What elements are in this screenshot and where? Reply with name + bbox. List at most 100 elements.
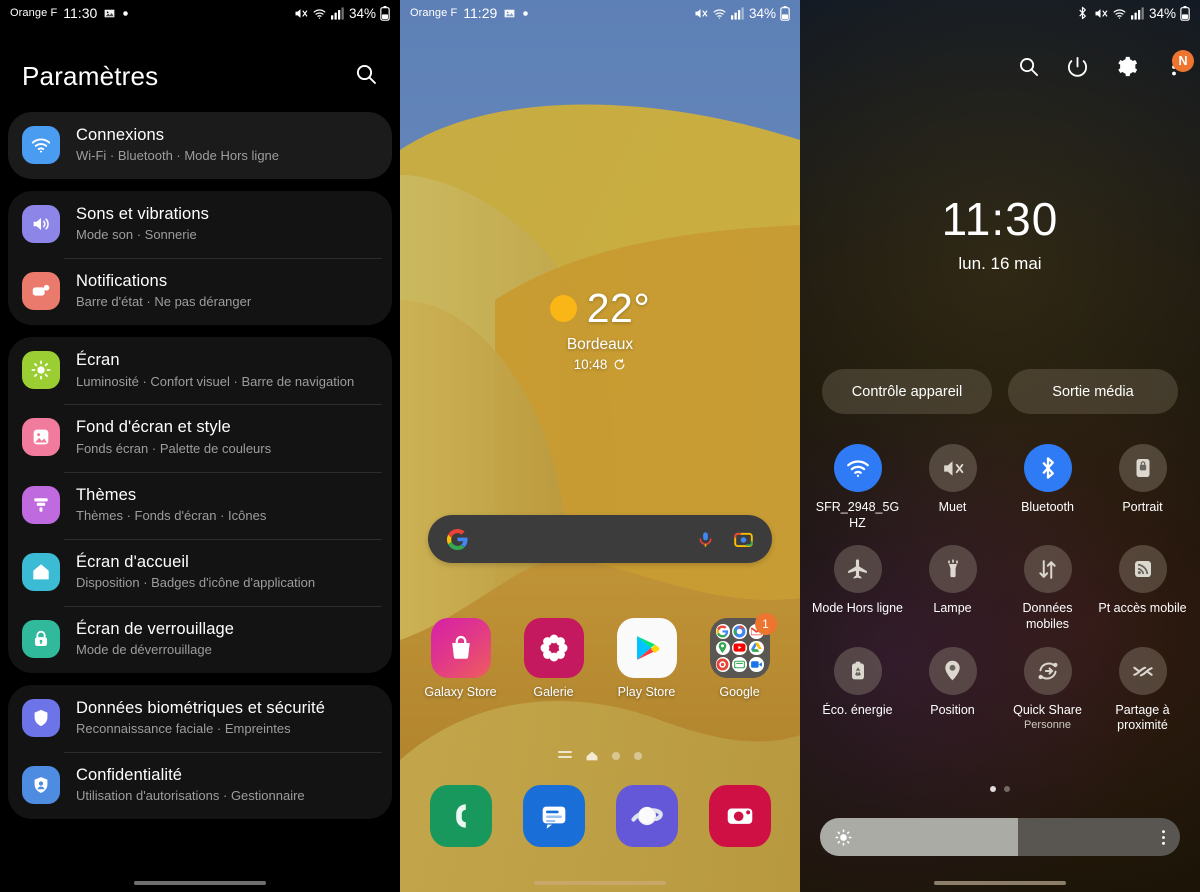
tile-portrait[interactable]: Portrait (1095, 444, 1190, 531)
gesture-bar[interactable] (134, 881, 266, 885)
tile-label: Quick Share (1013, 702, 1082, 717)
refresh-icon[interactable] (613, 358, 626, 371)
more-icon[interactable]: N (1164, 49, 1194, 78)
settings-group: Écran Luminosité · Confort visuel · Barr… (8, 337, 392, 673)
page-dot[interactable] (1004, 786, 1010, 792)
tile-nearby-share[interactable]: Partage à proximité (1095, 646, 1190, 734)
gallery-status-icon (503, 7, 516, 20)
airplane-icon (833, 545, 882, 594)
settings-item-fond-ecran[interactable]: Fond d'écran et style Fonds écran · Pale… (8, 404, 392, 471)
settings-item-subtitle: Luminosité · Confort visuel · Barre de n… (76, 373, 355, 389)
dock-icon-camera[interactable] (698, 785, 782, 847)
tile-airplane-mode[interactable]: Mode Hors ligne (810, 545, 905, 632)
tile-label: Lampe (933, 601, 972, 616)
page-title: Paramètres (22, 60, 159, 91)
quick-settings-pills: Contrôle appareil Sortie média (822, 369, 1178, 414)
page-indicator[interactable] (400, 750, 800, 761)
gesture-bar[interactable] (934, 881, 1066, 885)
settings-item-subtitle: Thèmes · Fonds d'écran · Icônes (76, 507, 267, 523)
settings-item-subtitle: Mode son · Sonnerie (76, 227, 197, 243)
app-folder-google[interactable]: 1 Google (698, 613, 782, 699)
tile-wifi[interactable]: SFR_2948_5G HZ (810, 444, 905, 531)
notification-icon (22, 272, 60, 311)
wifi-status-icon (712, 6, 727, 21)
settings-item-title: Notifications (76, 272, 168, 291)
settings-item-biometrie[interactable]: Données biométriques et sécurité Reconna… (8, 685, 392, 752)
page-dot[interactable] (612, 751, 620, 760)
wifi-icon (22, 126, 60, 165)
app-icon-galerie[interactable]: Galerie (512, 618, 596, 699)
settings-item-ecran[interactable]: Écran Luminosité · Confort visuel · Barr… (8, 337, 392, 404)
tile-label: Bluetooth (1021, 500, 1074, 514)
google-lens-icon[interactable] (733, 529, 754, 550)
sound-icon (22, 205, 60, 244)
app-grid: Galaxy Store Galerie Play Store 1 Google (400, 613, 800, 699)
battery-label: 34% (1148, 5, 1176, 21)
signal-status-icon (730, 6, 745, 20)
settings-item-ecran-verrouillage[interactable]: Écran de verrouillage Mode de déverrouil… (8, 605, 392, 673)
mobile-data-icon (1023, 545, 1072, 594)
settings-item-title: Données biométriques et sécurité (76, 698, 325, 717)
dock-icon-messages[interactable] (512, 785, 596, 847)
dock-icon-internet[interactable] (605, 785, 689, 847)
status-time: 11:30 (63, 5, 98, 21)
tile-flashlight[interactable]: Lampe (905, 545, 1000, 632)
wifi-status-icon (1112, 6, 1127, 21)
mute-status-icon (1093, 6, 1108, 21)
brightness-icon (834, 828, 853, 847)
tile-mobile-data[interactable]: Données mobiles (1000, 545, 1095, 632)
search-icon[interactable] (354, 62, 378, 91)
tile-quick-share[interactable]: Quick Share Personne (1000, 646, 1095, 734)
page-dot-active[interactable] (990, 786, 996, 792)
tile-hotspot[interactable]: Pt accès mobile (1095, 545, 1190, 632)
media-output-button[interactable]: Sortie média (1008, 369, 1178, 414)
settings-list[interactable]: Connexions Wi-Fi · Bluetooth · Mode Hors… (8, 112, 392, 892)
home-screen: Orange F 11:29 34% 22° Bordeaux 10:48 Ga… (400, 0, 800, 892)
settings-item-ecran-accueil[interactable]: Écran d'accueil Disposition · Badges d'i… (8, 538, 392, 606)
device-control-button[interactable]: Contrôle appareil (822, 369, 992, 414)
tile-power-saving[interactable]: Éco. énergie (810, 646, 905, 734)
flashlight-icon (928, 545, 977, 594)
search-icon[interactable] (1017, 55, 1040, 78)
app-label: Galaxy Store (424, 685, 497, 699)
clock-time: 11:30 (941, 193, 1059, 245)
settings-item-title: Thèmes (76, 485, 137, 504)
clock-date: lun. 16 mai (958, 254, 1042, 273)
app-icon-galaxy-store[interactable]: Galaxy Store (419, 618, 503, 699)
settings-item-notifications[interactable]: Notifications Barre d'état · Ne pas déra… (8, 258, 392, 325)
gear-icon[interactable] (1115, 55, 1138, 78)
page-dot[interactable] (634, 751, 642, 760)
carrier-label: Orange F (410, 7, 458, 19)
tile-label: Pt accès mobile (1098, 601, 1187, 616)
power-icon[interactable] (1066, 55, 1089, 78)
settings-header: Paramètres (0, 46, 400, 106)
gesture-bar[interactable] (534, 881, 666, 885)
quick-settings-page-dots[interactable] (800, 786, 1200, 792)
settings-item-title: Sons et vibrations (76, 205, 209, 224)
weather-widget[interactable]: 22° Bordeaux 10:48 (400, 288, 800, 372)
app-drawer-icon[interactable] (558, 750, 572, 761)
settings-item-themes[interactable]: Thèmes Thèmes · Fonds d'écran · Icônes (8, 471, 392, 539)
settings-item-confidentialite[interactable]: Confidentialité Utilisation d'autorisati… (8, 751, 392, 819)
google-logo-icon (446, 528, 469, 551)
more-vertical-icon[interactable] (1161, 828, 1166, 847)
tile-bluetooth[interactable]: Bluetooth (1000, 444, 1095, 531)
tile-label: Mode Hors ligne (811, 601, 903, 616)
settings-item-subtitle: Mode de déverrouillage (76, 642, 212, 658)
google-search-bar[interactable] (428, 515, 772, 563)
tile-mute[interactable]: Muet (905, 444, 1000, 531)
weather-updated-time: 10:48 (573, 357, 608, 372)
brightness-slider[interactable] (820, 818, 1180, 856)
tile-location[interactable]: Position (905, 646, 1000, 734)
quick-settings-tiles: SFR_2948_5G HZ Muet Bluetooth Portrait M… (810, 444, 1190, 734)
tile-sublabel: Personne (1023, 719, 1072, 732)
settings-item-subtitle: Reconnaissance faciale · Empreintes (76, 721, 291, 737)
home-page-dot-active[interactable] (586, 751, 598, 761)
microphone-icon[interactable] (696, 530, 715, 549)
sunny-icon (549, 295, 577, 322)
settings-item-sons-et-vibrations[interactable]: Sons et vibrations Mode son · Sonnerie (8, 191, 392, 258)
settings-item-connexions[interactable]: Connexions Wi-Fi · Bluetooth · Mode Hors… (8, 112, 392, 179)
app-icon-play-store[interactable]: Play Store (605, 618, 689, 699)
dock-icon-phone[interactable] (419, 785, 503, 847)
signal-status-icon (1130, 6, 1145, 20)
